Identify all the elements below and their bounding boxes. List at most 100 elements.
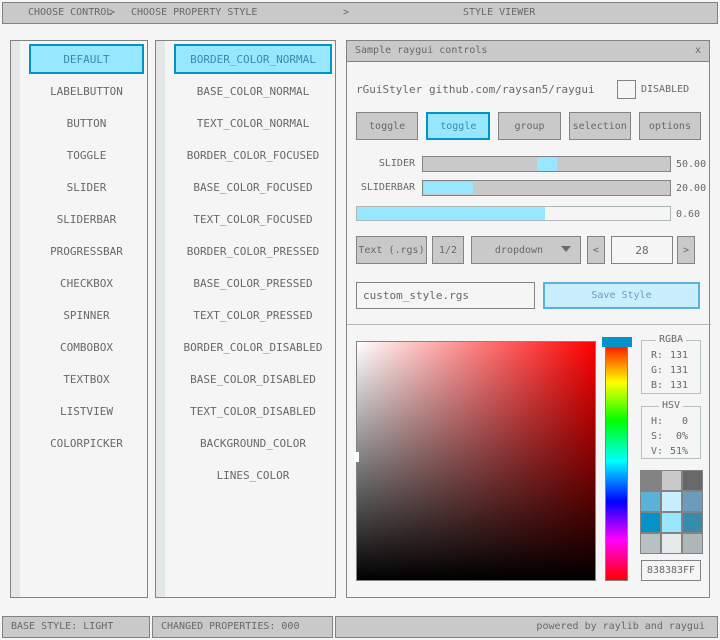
rgba-rows: R: 131 G: 131 B: 131	[642, 341, 700, 396]
disabled-checkbox[interactable]	[617, 80, 636, 99]
hue-bar[interactable]	[605, 341, 628, 581]
color-swatch[interactable]	[641, 492, 660, 511]
color-swatch[interactable]	[641, 534, 660, 553]
color-swatch[interactable]	[683, 534, 702, 553]
property-list-item[interactable]: BASE_COLOR_DISABLED	[174, 364, 332, 394]
color-saturation-value-panel[interactable]	[356, 341, 596, 581]
properties-list-panel: BORDER_COLOR_NORMAL BASE_COLOR_NORMAL TE…	[155, 40, 336, 598]
property-list-item[interactable]: BASE_COLOR_NORMAL	[174, 76, 332, 106]
text-rgs-button[interactable]: Text (.rgs)	[356, 236, 427, 264]
control-list-item[interactable]: LABELBUTTON	[29, 76, 144, 106]
window-title: Sample raygui controls	[355, 41, 487, 61]
property-list-item-label: BORDER_COLOR_FOCUSED	[187, 149, 319, 162]
color-swatch[interactable]	[662, 492, 681, 511]
color-swatch[interactable]	[662, 534, 681, 553]
toggle-button-label: selection	[573, 121, 627, 132]
credits-label: powered by raylib and raygui	[536, 621, 705, 632]
toggle-button[interactable]: toggle	[426, 112, 490, 140]
sample-window-titlebar[interactable]: Sample raygui controls x	[347, 41, 709, 62]
control-list-item[interactable]: BUTTON	[29, 108, 144, 138]
hsv-rows: H: 0 S: 0% V: 51%	[642, 407, 700, 462]
color-picker-cursor[interactable]	[354, 452, 359, 462]
control-list-item[interactable]: COLORPICKER	[29, 428, 144, 458]
rgba-row-value: 131	[670, 363, 688, 378]
control-list-item[interactable]: SLIDERBAR	[29, 204, 144, 234]
dropdown-label: dropdown	[495, 245, 543, 256]
property-list-item[interactable]: TEXT_COLOR_DISABLED	[174, 396, 332, 426]
property-list-item[interactable]: BORDER_COLOR_DISABLED	[174, 332, 332, 362]
sliderbar-fill	[424, 182, 473, 194]
status-base-style: BASE STYLE: LIGHT	[2, 616, 150, 638]
breadcrumb: CHOOSE CONTROL > CHOOSE PROPERTY STYLE >…	[2, 2, 718, 24]
control-list-item[interactable]: DEFAULT	[29, 44, 144, 74]
properties-list-scrollbar[interactable]	[156, 41, 165, 597]
control-list-item[interactable]: TOGGLE	[29, 140, 144, 170]
breadcrumb-style-viewer: STYLE VIEWER	[463, 3, 535, 23]
color-swatch[interactable]	[683, 513, 702, 532]
half-button[interactable]: 1/2	[432, 236, 464, 264]
hsv-row-value: 51%	[670, 444, 688, 459]
property-list-item-label: BORDER_COLOR_DISABLED	[183, 341, 322, 354]
spinner-increment-button[interactable]: >	[677, 236, 695, 264]
property-list-item-label: TEXT_COLOR_DISABLED	[190, 405, 316, 418]
property-list-item[interactable]: BORDER_COLOR_NORMAL	[174, 44, 332, 74]
property-list-item[interactable]: BORDER_COLOR_FOCUSED	[174, 140, 332, 170]
toggle-button[interactable]: toggle	[356, 112, 418, 140]
property-list-item-label: BASE_COLOR_PRESSED	[193, 277, 312, 290]
control-list-item[interactable]: TEXTBOX	[29, 364, 144, 394]
progressbar	[356, 206, 671, 221]
filename-input[interactable]: custom_style.rgs	[356, 282, 535, 309]
rgba-groupbox: RGBA R: 131 G: 131 B: 131	[641, 340, 701, 394]
spinner-value-field[interactable]: 28	[611, 236, 673, 264]
control-list-item[interactable]: LISTVIEW	[29, 396, 144, 426]
color-swatch[interactable]	[662, 471, 681, 490]
save-style-button[interactable]: Save Style	[543, 282, 700, 309]
sliderbar-track[interactable]	[422, 180, 671, 196]
rgba-row: R: 131	[642, 348, 700, 363]
hex-color-field[interactable]: 838383FF	[641, 560, 701, 581]
toggle-button[interactable]: options	[639, 112, 701, 140]
hsv-row-label: V:	[651, 444, 663, 459]
rgba-row: G: 131	[642, 363, 700, 378]
toggle-button-label: toggle	[369, 121, 405, 132]
color-swatch[interactable]	[662, 513, 681, 532]
property-list-item-label: LINES_COLOR	[217, 469, 290, 482]
dropdown[interactable]: dropdown	[471, 236, 581, 264]
property-list-item[interactable]: TEXT_COLOR_NORMAL	[174, 108, 332, 138]
property-list-item-label: BASE_COLOR_FOCUSED	[193, 181, 312, 194]
control-list-item[interactable]: PROGRESSBAR	[29, 236, 144, 266]
color-swatch[interactable]	[683, 471, 702, 490]
color-swatch[interactable]	[641, 471, 660, 490]
hue-bar-handle[interactable]	[602, 337, 632, 347]
controls-list-scrollbar[interactable]	[11, 41, 20, 597]
rgba-row-value: 131	[670, 348, 688, 363]
control-list-item[interactable]: SLIDER	[29, 172, 144, 202]
control-list-item[interactable]: SPINNER	[29, 300, 144, 330]
property-list-item[interactable]: BASE_COLOR_FOCUSED	[174, 172, 332, 202]
properties-list: BORDER_COLOR_NORMAL BASE_COLOR_NORMAL TE…	[165, 44, 335, 597]
hsv-row: S: 0%	[642, 429, 700, 444]
repo-link[interactable]: github.com/raysan5/raygui	[429, 83, 595, 96]
control-list-item-label: COLORPICKER	[50, 437, 123, 450]
property-list-item[interactable]: BORDER_COLOR_PRESSED	[174, 236, 332, 266]
property-list-item[interactable]: LINES_COLOR	[174, 460, 332, 490]
control-list-item[interactable]: CHECKBOX	[29, 268, 144, 298]
control-list-item-label: LISTVIEW	[60, 405, 113, 418]
hsv-title: HSV	[659, 400, 683, 412]
toggle-button[interactable]: selection	[569, 112, 631, 140]
controls-list-panel: DEFAULT LABELBUTTON BUTTON TOGGLE SLIDER	[10, 40, 148, 598]
property-list-item[interactable]: TEXT_COLOR_FOCUSED	[174, 204, 332, 234]
control-list-item-label: DEFAULT	[63, 53, 109, 66]
slider-knob[interactable]	[537, 157, 557, 171]
spinner-decrement-button[interactable]: <	[587, 236, 605, 264]
changed-properties-label: CHANGED PROPERTIES: 000	[161, 621, 299, 632]
color-swatch[interactable]	[683, 492, 702, 511]
toggle-button[interactable]: group	[498, 112, 560, 140]
property-list-item[interactable]: BASE_COLOR_PRESSED	[174, 268, 332, 298]
property-list-item[interactable]: TEXT_COLOR_PRESSED	[174, 300, 332, 330]
control-list-item[interactable]: COMBOBOX	[29, 332, 144, 362]
slider-track[interactable]	[422, 156, 671, 172]
property-list-item[interactable]: BACKGROUND_COLOR	[174, 428, 332, 458]
close-icon[interactable]: x	[695, 41, 701, 61]
color-swatch[interactable]	[641, 513, 660, 532]
